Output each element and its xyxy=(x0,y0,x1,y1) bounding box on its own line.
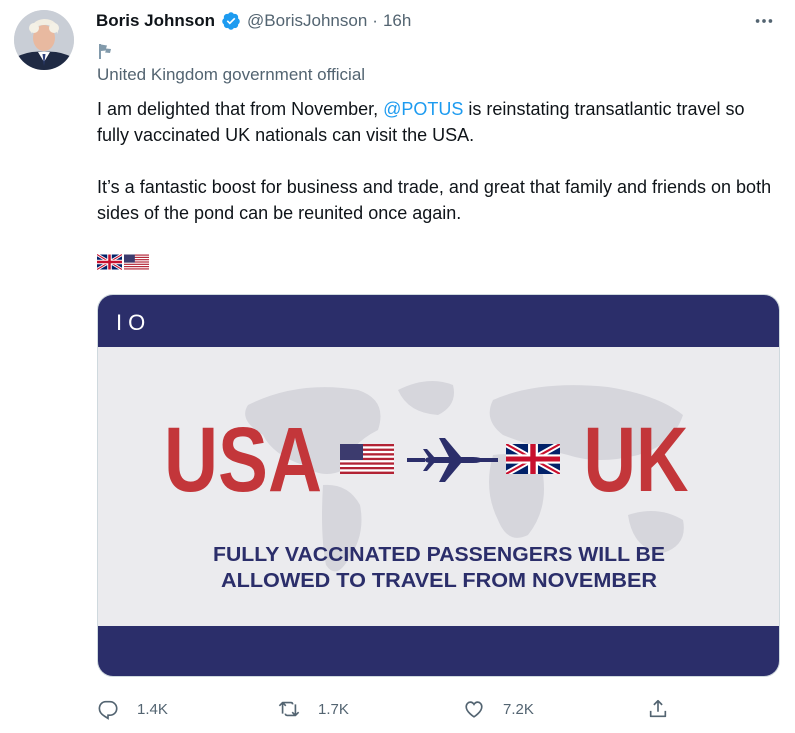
government-flag-icon xyxy=(99,44,111,59)
us-flag-graphic xyxy=(340,444,394,474)
like-count: 7.2K xyxy=(503,700,534,718)
retweet-count: 1.7K xyxy=(318,700,349,718)
tweet-actions: 1.4K 1.7K 7.2K xyxy=(97,694,677,724)
text-before-mention: I am delighted that from November, xyxy=(97,99,384,119)
government-label[interactable]: United Kingdom government official xyxy=(97,65,365,85)
usa-word: USA xyxy=(164,409,322,511)
tweet-paragraph-2: It’s a fantastic boost for business and … xyxy=(97,177,772,223)
uk-flag-icon xyxy=(97,253,122,271)
emoji-row xyxy=(97,253,149,271)
verified-badge-icon xyxy=(222,12,240,30)
uk-word: UK xyxy=(584,409,689,511)
author-handle[interactable]: @BorisJohnson xyxy=(247,11,367,31)
reply-count: 1.4K xyxy=(137,700,168,718)
top-band xyxy=(98,295,779,347)
share-button[interactable] xyxy=(647,694,687,724)
author-name[interactable]: Boris Johnson xyxy=(96,11,215,31)
uk-flag-graphic xyxy=(506,444,560,474)
reply-icon xyxy=(98,700,118,720)
subtitle-line-2: ALLOWED TO TRAVEL FROM NOVEMBER xyxy=(221,570,658,592)
tweet-text: I am delighted that from November, @POTU… xyxy=(97,96,777,226)
tweet-time[interactable]: 16h xyxy=(383,11,411,31)
io-logo: IO xyxy=(116,310,151,335)
reply-button[interactable]: 1.4K xyxy=(97,694,168,724)
mention-link[interactable]: @POTUS xyxy=(383,99,463,119)
avatar[interactable] xyxy=(14,10,74,70)
retweet-button[interactable]: 1.7K xyxy=(278,694,349,724)
tweet-header: Boris Johnson @BorisJohnson · 16h xyxy=(96,10,411,32)
tweet-paragraph-1: I am delighted that from November, @POTU… xyxy=(97,96,777,148)
separator-dot: · xyxy=(372,11,378,30)
bottom-band xyxy=(98,626,779,676)
avatar-image xyxy=(14,10,74,70)
us-flag-icon xyxy=(124,254,149,270)
tweet-image[interactable]: IO USA UK FULLY VACCINATED PASSENGERS WI… xyxy=(97,294,780,677)
more-options-icon[interactable] xyxy=(753,10,775,32)
like-button[interactable]: 7.2K xyxy=(463,694,534,724)
subtitle-line-1: FULLY VACCINATED PASSENGERS WILL BE xyxy=(213,544,665,566)
heart-icon xyxy=(465,701,483,718)
usa-uk-travel-graphic: IO USA UK FULLY VACCINATED PASSENGERS WI… xyxy=(98,295,779,676)
retweet-icon xyxy=(278,701,300,717)
share-icon xyxy=(649,699,667,718)
